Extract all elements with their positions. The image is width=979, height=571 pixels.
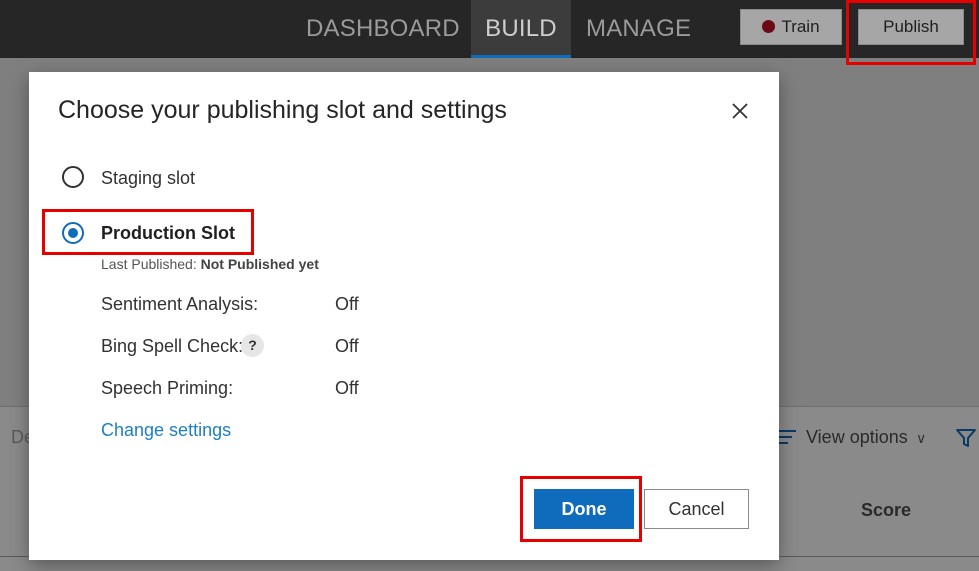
cancel-button[interactable]: Cancel [644,489,749,529]
last-published-label: Last Published: [101,256,197,272]
close-icon[interactable] [729,100,751,122]
tab-build[interactable]: BUILD [471,0,571,58]
train-button-label: Train [781,17,820,36]
bing-spell-check-value: Off [335,336,359,356]
help-icon[interactable]: ? [241,334,264,357]
train-button[interactable]: Train [740,9,842,45]
score-column-header: Score [861,500,912,520]
production-slot-radio[interactable] [62,222,84,244]
bing-spell-check-label: Bing Spell Check: [101,336,244,356]
publish-button[interactable]: Publish [858,9,964,45]
top-nav-bar: DASHBOARD BUILD MANAGE Train Publish [0,0,979,58]
change-settings-link[interactable]: Change settings [101,420,231,441]
filter-icon[interactable] [955,427,977,449]
tab-manage[interactable]: MANAGE [586,0,691,58]
last-published-info: Last Published: Not Published yet [101,256,319,272]
production-slot-label[interactable]: Production Slot [101,223,235,244]
last-published-value: Not Published yet [200,256,319,272]
sentiment-analysis-label: Sentiment Analysis: [101,294,259,314]
sentiment-analysis-value: Off [335,294,359,314]
publish-settings-dialog: Choose your publishing slot and settings… [29,72,779,560]
staging-slot-label[interactable]: Staging slot [101,168,195,189]
training-status-dot-icon [762,20,776,33]
view-options-lines-icon [778,430,796,444]
speech-priming-label: Speech Priming: [101,378,234,398]
dialog-title: Choose your publishing slot and settings [58,96,507,124]
view-options-button[interactable]: View options [806,427,908,448]
staging-slot-radio[interactable] [62,166,84,188]
speech-priming-value: Off [335,378,359,398]
chevron-down-icon: ∨ [916,430,927,446]
done-button[interactable]: Done [534,489,634,529]
tab-dashboard[interactable]: DASHBOARD [306,0,460,58]
